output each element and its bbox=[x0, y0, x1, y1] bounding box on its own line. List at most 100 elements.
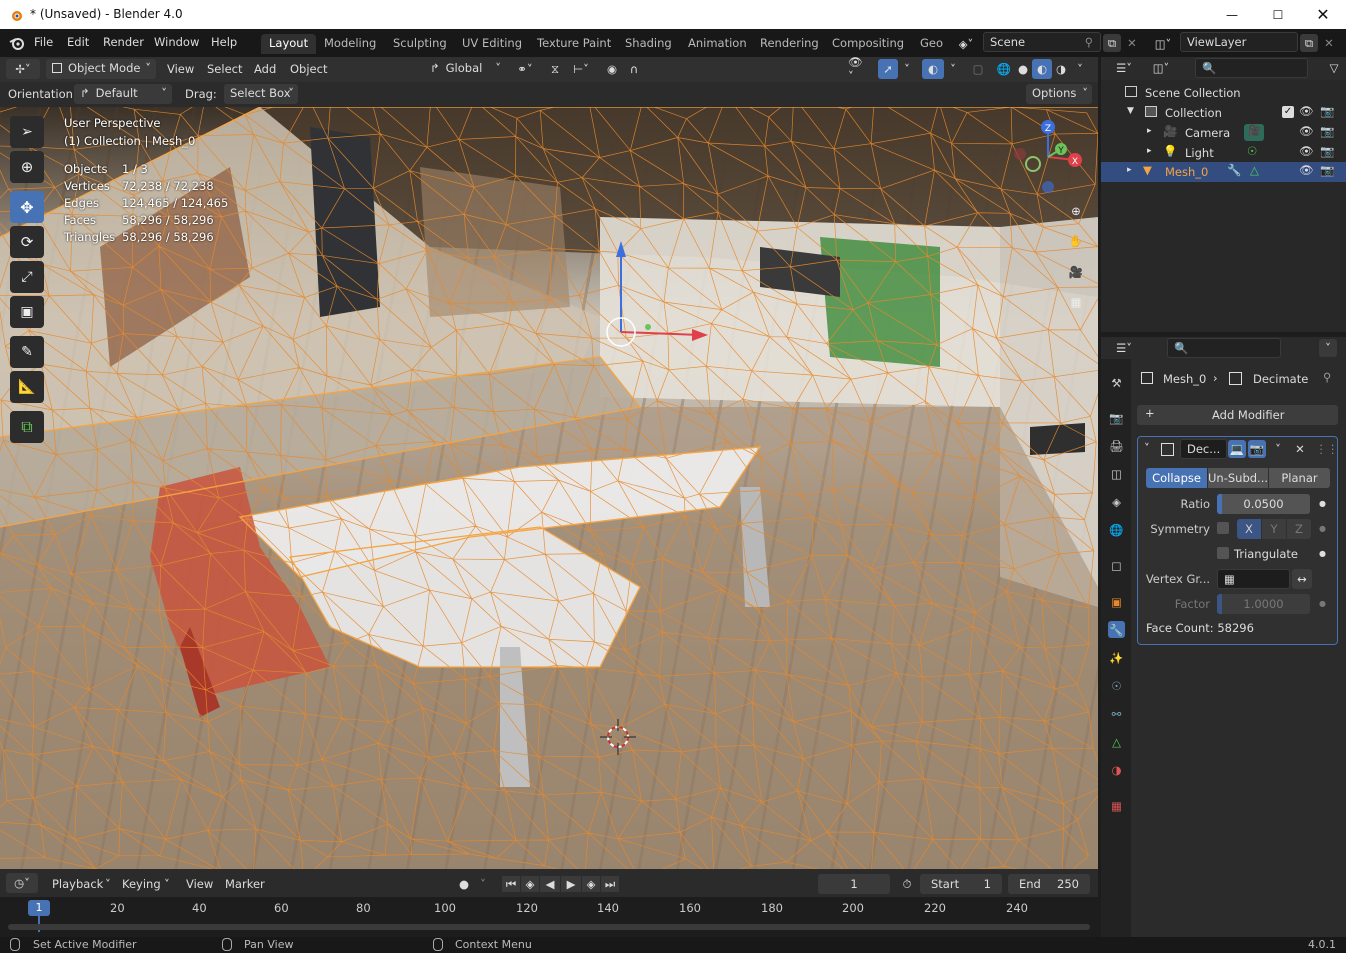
blender-menu-icon[interactable] bbox=[8, 35, 26, 51]
menu-view[interactable]: View bbox=[167, 62, 194, 76]
animate-ratio-icon[interactable]: ● bbox=[1319, 499, 1326, 508]
data-tab-icon[interactable]: △ bbox=[1108, 733, 1125, 750]
collection-tab-icon[interactable]: ☐ bbox=[1108, 558, 1125, 575]
timeline-body[interactable]: 1 20 40 60 80 100 120 140 160 180 200 22… bbox=[0, 897, 1098, 937]
tab-sculpting[interactable]: Sculpting bbox=[385, 34, 455, 54]
rendered-shading-icon[interactable]: ◑ bbox=[1051, 59, 1071, 79]
play-icon[interactable]: ▶ bbox=[561, 876, 581, 892]
maximize-icon[interactable]: ☐ bbox=[1255, 0, 1301, 29]
menu-add[interactable]: Add bbox=[254, 62, 276, 76]
animate-factor-icon[interactable]: ● bbox=[1319, 599, 1326, 608]
shading-dropdown-icon[interactable]: ˅ bbox=[1072, 59, 1088, 79]
wireframe-shading-icon[interactable]: 🌐 bbox=[994, 59, 1014, 79]
tab-shading[interactable]: Shading bbox=[617, 34, 680, 54]
eye-icon[interactable]: 👁 bbox=[1299, 104, 1314, 118]
select-tool-button[interactable]: ➢ bbox=[10, 116, 44, 148]
solid-shading-icon[interactable]: ● bbox=[1013, 59, 1033, 79]
menu-render[interactable]: Render bbox=[103, 35, 144, 49]
falloff-icon[interactable]: ∩ bbox=[624, 59, 644, 79]
menu-window[interactable]: Window bbox=[154, 35, 199, 49]
eye-icon[interactable]: 👁 bbox=[1299, 144, 1314, 158]
output-tab-icon[interactable]: 🖨 bbox=[1108, 437, 1125, 454]
scene-tab-icon[interactable]: ◈ bbox=[1108, 493, 1125, 510]
delete-scene-icon[interactable]: ✕ bbox=[1124, 34, 1140, 52]
texture-tab-icon[interactable]: ▦ bbox=[1108, 797, 1125, 814]
pan-hand-icon[interactable]: ✋ bbox=[1064, 229, 1088, 253]
mode-unsubdivide-button[interactable]: Un-Subd... bbox=[1208, 468, 1268, 488]
rotate-tool-button[interactable]: ⟳ bbox=[10, 226, 44, 258]
view-layer-tab-icon[interactable]: ◫ bbox=[1108, 465, 1125, 482]
eye-icon[interactable]: 👁 bbox=[1299, 163, 1314, 177]
outliner-row-light[interactable]: ▸ 💡 Light ☉ 👁 📷 bbox=[1101, 143, 1346, 163]
drag-dropdown[interactable]: Select Box ˅ bbox=[224, 84, 298, 104]
ortho-grid-icon[interactable]: ▦ bbox=[1064, 290, 1088, 314]
tab-rendering[interactable]: Rendering bbox=[752, 34, 827, 54]
tab-uv-editing[interactable]: UV Editing bbox=[454, 34, 530, 54]
proportional-edit-icon[interactable]: ◉ bbox=[602, 59, 622, 79]
overlay-toggle-icon[interactable]: ◐ bbox=[922, 59, 944, 79]
ratio-field[interactable]: 0.0500 bbox=[1217, 494, 1310, 514]
view-layer-field[interactable]: ViewLayer bbox=[1180, 32, 1298, 52]
properties-editor-icon[interactable]: ☰˅ bbox=[1109, 338, 1139, 358]
menu-playback[interactable]: Playback bbox=[52, 877, 103, 891]
camera-render-icon[interactable]: 📷 bbox=[1320, 104, 1334, 118]
material-tab-icon[interactable]: ◑ bbox=[1108, 761, 1125, 778]
3d-viewport[interactable]: User Perspective (1) Collection | Mesh_0… bbox=[0, 107, 1098, 869]
timeline-editor-icon[interactable]: ◷˅ bbox=[6, 873, 38, 893]
tab-texture-paint[interactable]: Texture Paint bbox=[529, 34, 619, 54]
exclude-checkbox[interactable]: ✓ bbox=[1282, 106, 1294, 118]
camera-data-icon[interactable]: 🎥 bbox=[1244, 124, 1264, 141]
render-tab-icon[interactable]: 📷 bbox=[1108, 409, 1125, 426]
properties-options-icon[interactable]: ˅ bbox=[1319, 339, 1337, 357]
menu-edit[interactable]: Edit bbox=[67, 35, 89, 49]
minimize-icon[interactable]: — bbox=[1209, 0, 1255, 29]
annotate-tool-button[interactable]: ✎ bbox=[10, 336, 44, 368]
gizmo-toggle-icon[interactable]: ➚ bbox=[878, 59, 898, 79]
new-scene-icon[interactable]: ⧉ bbox=[1103, 34, 1121, 52]
expand-arrow-icon[interactable]: ▼ bbox=[1127, 106, 1134, 116]
jump-start-icon[interactable]: ⏮ bbox=[502, 876, 520, 892]
factor-field[interactable]: 1.0000 bbox=[1217, 594, 1310, 614]
prev-keyframe-icon[interactable]: ◈ bbox=[521, 876, 539, 892]
overlay-dropdown-icon[interactable]: ˅ bbox=[945, 59, 961, 79]
gizmo-dropdown-icon[interactable]: ˅ bbox=[899, 59, 915, 79]
transform-tool-button[interactable]: ▣ bbox=[10, 296, 44, 328]
tab-animation[interactable]: Animation bbox=[680, 34, 755, 54]
eye-icon[interactable]: 👁 bbox=[1299, 124, 1314, 138]
menu-marker[interactable]: Marker bbox=[225, 877, 265, 891]
show-in-render-icon[interactable]: 📷 bbox=[1248, 440, 1266, 458]
collapse-panel-icon[interactable]: ˅ bbox=[1144, 441, 1150, 455]
expand-arrow-icon[interactable]: ▸ bbox=[1147, 126, 1152, 136]
mode-collapse-button[interactable]: Collapse bbox=[1146, 468, 1207, 488]
delete-view-layer-icon[interactable]: ✕ bbox=[1321, 34, 1337, 52]
mesh-data-icon[interactable]: △ bbox=[1250, 163, 1259, 177]
scene-collection-row[interactable]: Scene Collection bbox=[1101, 83, 1346, 103]
light-data-icon[interactable]: ☉ bbox=[1247, 144, 1257, 158]
record-dropdown-icon[interactable]: ˅ bbox=[477, 877, 489, 891]
physics-tab-icon[interactable]: ☉ bbox=[1108, 677, 1125, 694]
pivot-point-icon[interactable]: ⚭˅ bbox=[508, 59, 542, 79]
symmetry-checkbox[interactable] bbox=[1217, 522, 1229, 534]
transform-orientation-dropdown[interactable]: ↱ Global ˅ bbox=[424, 59, 504, 79]
tab-geo[interactable]: Geo bbox=[912, 34, 951, 54]
modifier-dropdown-icon[interactable]: ˅ bbox=[1270, 440, 1286, 458]
editor-type-icon[interactable]: ✢˅ bbox=[6, 59, 40, 79]
jump-end-icon[interactable]: ⏭ bbox=[601, 876, 619, 892]
expand-arrow-icon[interactable]: ▸ bbox=[1147, 146, 1152, 156]
next-keyframe-icon[interactable]: ◈ bbox=[582, 876, 600, 892]
current-frame-field[interactable]: 1 bbox=[818, 874, 890, 894]
object-tab-icon[interactable]: ▣ bbox=[1108, 593, 1125, 610]
menu-help[interactable]: Help bbox=[211, 35, 237, 49]
cursor-tool-button[interactable]: ⊕ bbox=[10, 151, 44, 183]
pin-scene-icon[interactable]: ⚲ bbox=[1082, 35, 1096, 49]
menu-object[interactable]: Object bbox=[290, 62, 327, 76]
xray-icon[interactable]: ▢ bbox=[968, 59, 988, 79]
tab-compositing[interactable]: Compositing bbox=[824, 34, 912, 54]
tab-modeling[interactable]: Modeling bbox=[316, 34, 384, 54]
outliner-row-camera[interactable]: ▸ 🎥 Camera 🎥 👁 📷 bbox=[1101, 123, 1346, 143]
outliner-search-input[interactable]: 🔍 bbox=[1195, 58, 1308, 78]
close-window-icon[interactable]: ✕ bbox=[1300, 0, 1346, 29]
modifier-tab-icon[interactable]: 🔧 bbox=[1108, 621, 1125, 638]
record-icon[interactable]: ● bbox=[457, 877, 471, 891]
stopwatch-icon[interactable]: ⏱ bbox=[898, 876, 916, 892]
